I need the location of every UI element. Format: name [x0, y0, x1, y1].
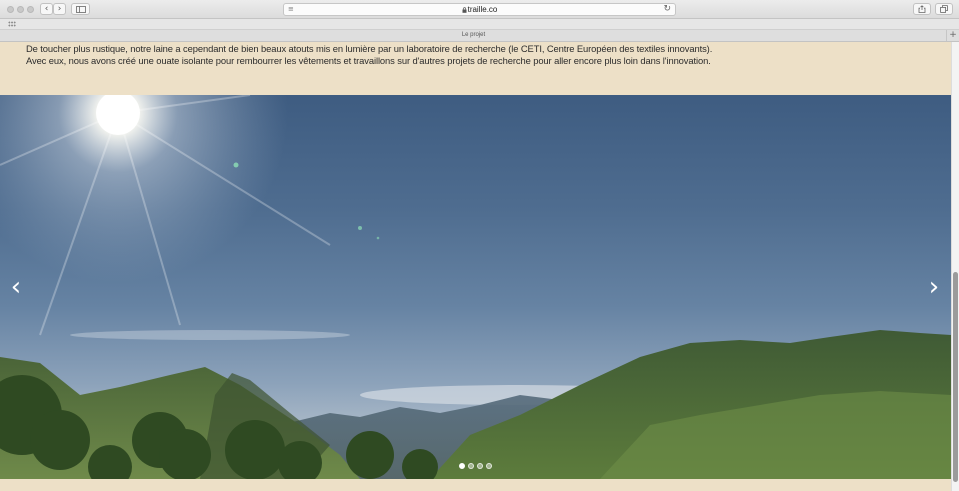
slider-dot-1[interactable]: [459, 463, 465, 469]
reload-icon[interactable]: ↻: [663, 4, 671, 15]
tab-bar: Le projet +: [0, 30, 959, 42]
minimize-window-button[interactable]: [17, 6, 24, 13]
intro-text-line-1: De toucher plus rustique, notre laine a …: [26, 43, 713, 54]
intro-section: De toucher plus rustique, notre laine a …: [0, 42, 951, 95]
close-window-button[interactable]: [7, 6, 14, 13]
forward-button[interactable]: ›: [53, 3, 66, 15]
lock-icon: [462, 6, 467, 13]
slider-dot-4[interactable]: [486, 463, 492, 469]
slider-dot-3[interactable]: [477, 463, 483, 469]
image-slider[interactable]: ‹ ›: [0, 95, 951, 479]
share-icon: [918, 5, 926, 13]
intro-text-line-2: Avec eux, nous avons créé une ouate isol…: [26, 55, 711, 66]
address-bar[interactable]: ≡ traille.co ↻: [283, 3, 676, 16]
forward-icon: ›: [57, 4, 62, 14]
url-text: traille.co: [467, 5, 498, 14]
zoom-window-button[interactable]: [27, 6, 34, 13]
back-button[interactable]: ‹: [40, 3, 53, 15]
web-page: De toucher plus rustique, notre laine a …: [0, 42, 951, 491]
slider-prev-button[interactable]: ‹: [4, 271, 28, 303]
favorites-bar: [0, 19, 959, 30]
footer-strip: [0, 479, 951, 491]
slider-dot-2[interactable]: [468, 463, 474, 469]
chevron-right-icon: ›: [928, 272, 940, 302]
browser-toolbar: ‹ › ≡ traille.co ↻: [0, 0, 959, 19]
page-scrollbar[interactable]: [951, 42, 959, 491]
chevron-left-icon: ‹: [10, 272, 22, 302]
tabs-icon: [940, 5, 948, 13]
tab-le-projet[interactable]: Le projet: [0, 30, 947, 41]
show-tabs-button[interactable]: [935, 3, 953, 15]
sidebar-button[interactable]: [71, 3, 90, 15]
new-tab-button[interactable]: +: [946, 30, 959, 41]
mountain-landscape-photo: [0, 95, 951, 479]
plus-icon: +: [949, 30, 957, 40]
back-icon: ‹: [44, 4, 49, 14]
share-button[interactable]: [913, 3, 931, 15]
slider-next-button[interactable]: ›: [922, 271, 946, 303]
scrollbar-thumb[interactable]: [953, 272, 958, 482]
top-sites-icon[interactable]: [8, 21, 16, 27]
sidebar-icon: [75, 5, 86, 13]
url-field[interactable]: traille.co: [284, 4, 675, 15]
